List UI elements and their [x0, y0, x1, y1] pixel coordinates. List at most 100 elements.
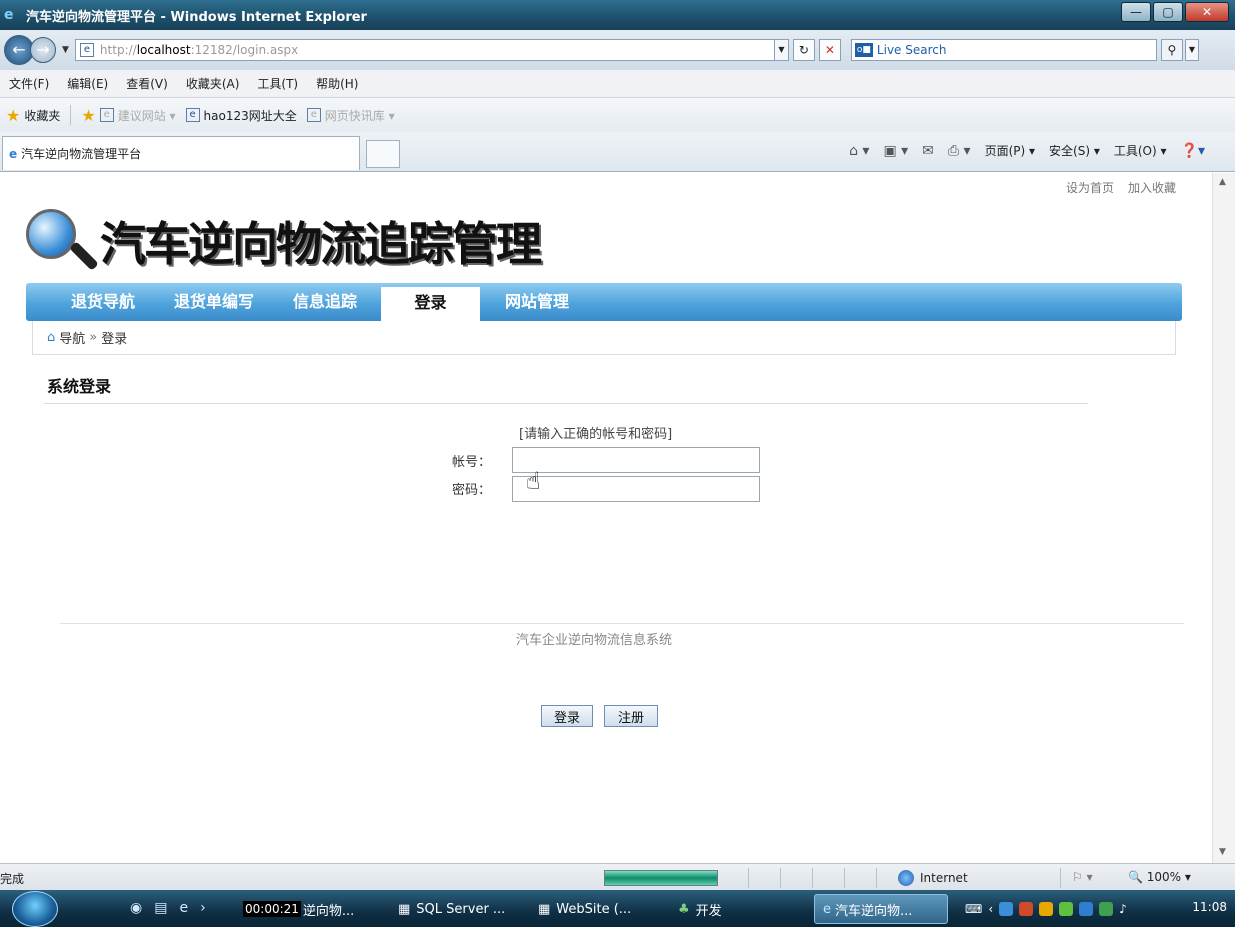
- url-dropdown-icon[interactable]: ▼: [774, 39, 789, 61]
- scroll-down-icon[interactable]: ▼: [1219, 847, 1226, 857]
- menu-view[interactable]: 查看(V): [126, 75, 168, 92]
- favorites-star-icon: ★: [6, 105, 21, 125]
- set-homepage-link[interactable]: 设为首页: [1066, 179, 1114, 196]
- ie-launch-icon[interactable]: e: [179, 900, 188, 916]
- scroll-up-icon[interactable]: ▲: [1219, 177, 1226, 187]
- tray-app-icon[interactable]: [1099, 902, 1114, 916]
- top-links: 设为首页 加入收藏: [1066, 179, 1176, 196]
- zoom-control[interactable]: 🔍 100% ▾: [1128, 870, 1191, 884]
- taskbar-item-ie[interactable]: e 汽车逆向物...: [814, 894, 948, 924]
- sql-icon: ▦: [398, 901, 411, 917]
- media-icon[interactable]: ◉: [130, 900, 142, 916]
- window-title-bar: e 汽车逆向物流管理平台 - Windows Internet Explorer…: [0, 0, 1235, 30]
- refresh-icon: ↻: [798, 43, 809, 57]
- login-button[interactable]: 登录: [541, 705, 593, 727]
- history-dropdown-icon[interactable]: ▼: [62, 45, 69, 55]
- url-input[interactable]: e http:// localhost :12182/login.aspx: [74, 39, 775, 61]
- fav-label: hao123网址大全: [203, 108, 297, 123]
- print-icon[interactable]: ⎙ ▾: [948, 143, 971, 159]
- search-options-icon[interactable]: ▼: [1184, 39, 1199, 61]
- close-button[interactable]: ✕: [1185, 2, 1229, 22]
- url-path: :12182/login.aspx: [190, 43, 299, 57]
- register-button[interactable]: 注册: [604, 705, 658, 727]
- browser-tab[interactable]: e 汽车逆向物流管理平台: [2, 136, 360, 170]
- new-tab-button[interactable]: [366, 140, 400, 168]
- page-icon: e: [99, 108, 114, 122]
- help-icon[interactable]: ❓▾: [1181, 143, 1205, 159]
- taskbar-item-dev[interactable]: ♣ 开发: [670, 894, 800, 924]
- clock[interactable]: 11:08: [1192, 900, 1227, 914]
- search-input[interactable]: o■ Live Search: [850, 39, 1157, 61]
- nav-site-admin[interactable]: 网站管理: [492, 283, 582, 321]
- tray-app-icon[interactable]: [1079, 902, 1094, 916]
- chevron-right-icon[interactable]: ›: [200, 900, 206, 916]
- fav-web-slice-gallery[interactable]: e 网页快讯库 ▾: [306, 107, 395, 124]
- menu-tools[interactable]: 工具(T): [257, 75, 298, 92]
- account-input[interactable]: [512, 447, 760, 473]
- tray-app-icon[interactable]: [1059, 902, 1074, 916]
- menu-favorites[interactable]: 收藏夹(A): [186, 75, 240, 92]
- stop-icon: ✕: [824, 43, 835, 57]
- favorites-button[interactable]: 收藏夹: [24, 107, 60, 124]
- home-icon: ⌂: [47, 330, 56, 345]
- status-divider: [876, 868, 877, 888]
- page-icon: e: [185, 108, 200, 122]
- breadcrumb: ⌂ 导航 » 登录: [32, 321, 1176, 355]
- nav-return-form[interactable]: 退货单编写: [164, 283, 264, 321]
- page-menu[interactable]: 页面(P) ▾: [985, 142, 1035, 159]
- favorites-bar: ★ 收藏夹 ★ e 建议网站 ▾ e hao123网址大全 e 网页快讯库 ▾: [0, 98, 1235, 132]
- footer-text: 汽车企业逆向物流信息系统: [516, 633, 673, 648]
- add-favorite-link[interactable]: 加入收藏: [1128, 179, 1176, 196]
- search-button[interactable]: ⚲: [1160, 39, 1183, 61]
- nav-login[interactable]: 登录: [381, 287, 480, 321]
- feeds-icon[interactable]: ▣ ▾: [883, 143, 908, 159]
- volume-icon[interactable]: ♪: [1119, 902, 1127, 916]
- progress-fill: [605, 871, 717, 885]
- menu-edit[interactable]: 编辑(E): [67, 75, 108, 92]
- protected-mode-icon[interactable]: ⚐ ▾: [1072, 870, 1093, 884]
- maximize-button[interactable]: ▢: [1153, 2, 1183, 22]
- tree-icon: ♣: [678, 901, 690, 917]
- fav-suggested-sites[interactable]: e 建议网站 ▾: [99, 107, 176, 124]
- nav-return-guide[interactable]: 退货导航: [58, 283, 148, 321]
- taskbar-item-recorder[interactable]: 00:00:21 逆向物...: [235, 894, 385, 924]
- safety-menu[interactable]: 安全(S) ▾: [1049, 142, 1100, 159]
- recording-timer: 00:00:21: [243, 901, 301, 917]
- tab-title: 汽车逆向物流管理平台: [21, 147, 142, 161]
- home-icon[interactable]: ⌂ ▾: [849, 143, 869, 159]
- breadcrumb-root[interactable]: 导航: [59, 328, 85, 347]
- tray-app-icon[interactable]: [999, 902, 1014, 916]
- tray-app-icon[interactable]: [1039, 902, 1054, 916]
- window-title: 汽车逆向物流管理平台 - Windows Internet Explorer: [26, 9, 367, 25]
- forward-button[interactable]: →: [30, 37, 56, 63]
- keyboard-icon[interactable]: ⌨: [965, 902, 982, 916]
- fav-hao123[interactable]: e hao123网址大全: [185, 107, 297, 124]
- tray-chevron-icon[interactable]: ‹: [988, 902, 993, 916]
- vertical-scrollbar[interactable]: ▲ ▼: [1212, 173, 1235, 863]
- add-favorite-icon[interactable]: ★: [81, 106, 95, 125]
- stop-button[interactable]: ✕: [818, 39, 841, 61]
- tray-app-icon[interactable]: [1019, 902, 1034, 916]
- mail-icon[interactable]: ✉: [922, 143, 934, 159]
- window-controls: — ▢ ✕: [1121, 2, 1229, 22]
- password-input[interactable]: [512, 476, 760, 502]
- site-logo: 汽车逆向物流追踪管理: [26, 203, 542, 278]
- refresh-button[interactable]: ↻: [792, 39, 815, 61]
- status-text: 完成: [0, 872, 25, 886]
- taskbar-item-sql-server[interactable]: ▦ SQL Server ...: [390, 894, 520, 924]
- status-bar: 完成 Internet ⚐ ▾ 🔍 100% ▾: [0, 863, 1235, 890]
- minimize-button[interactable]: —: [1121, 2, 1151, 22]
- menu-file[interactable]: 文件(F): [9, 75, 49, 92]
- task-label: 逆向物...: [302, 903, 355, 919]
- task-label: SQL Server ...: [416, 901, 506, 917]
- menu-help[interactable]: 帮助(H): [316, 75, 358, 92]
- logo-text: 汽车逆向物流追踪管理: [100, 216, 542, 271]
- ie-icon: e: [4, 7, 14, 23]
- start-button[interactable]: [12, 891, 58, 927]
- url-protocol: http://: [99, 43, 137, 57]
- taskbar-item-website[interactable]: ▦ WebSite (...: [530, 894, 660, 924]
- tools-menu[interactable]: 工具(O) ▾: [1114, 142, 1167, 159]
- nav-tracking[interactable]: 信息追踪: [280, 283, 370, 321]
- password-label: 密码：: [452, 483, 492, 498]
- switch-windows-icon[interactable]: ▤: [154, 900, 167, 916]
